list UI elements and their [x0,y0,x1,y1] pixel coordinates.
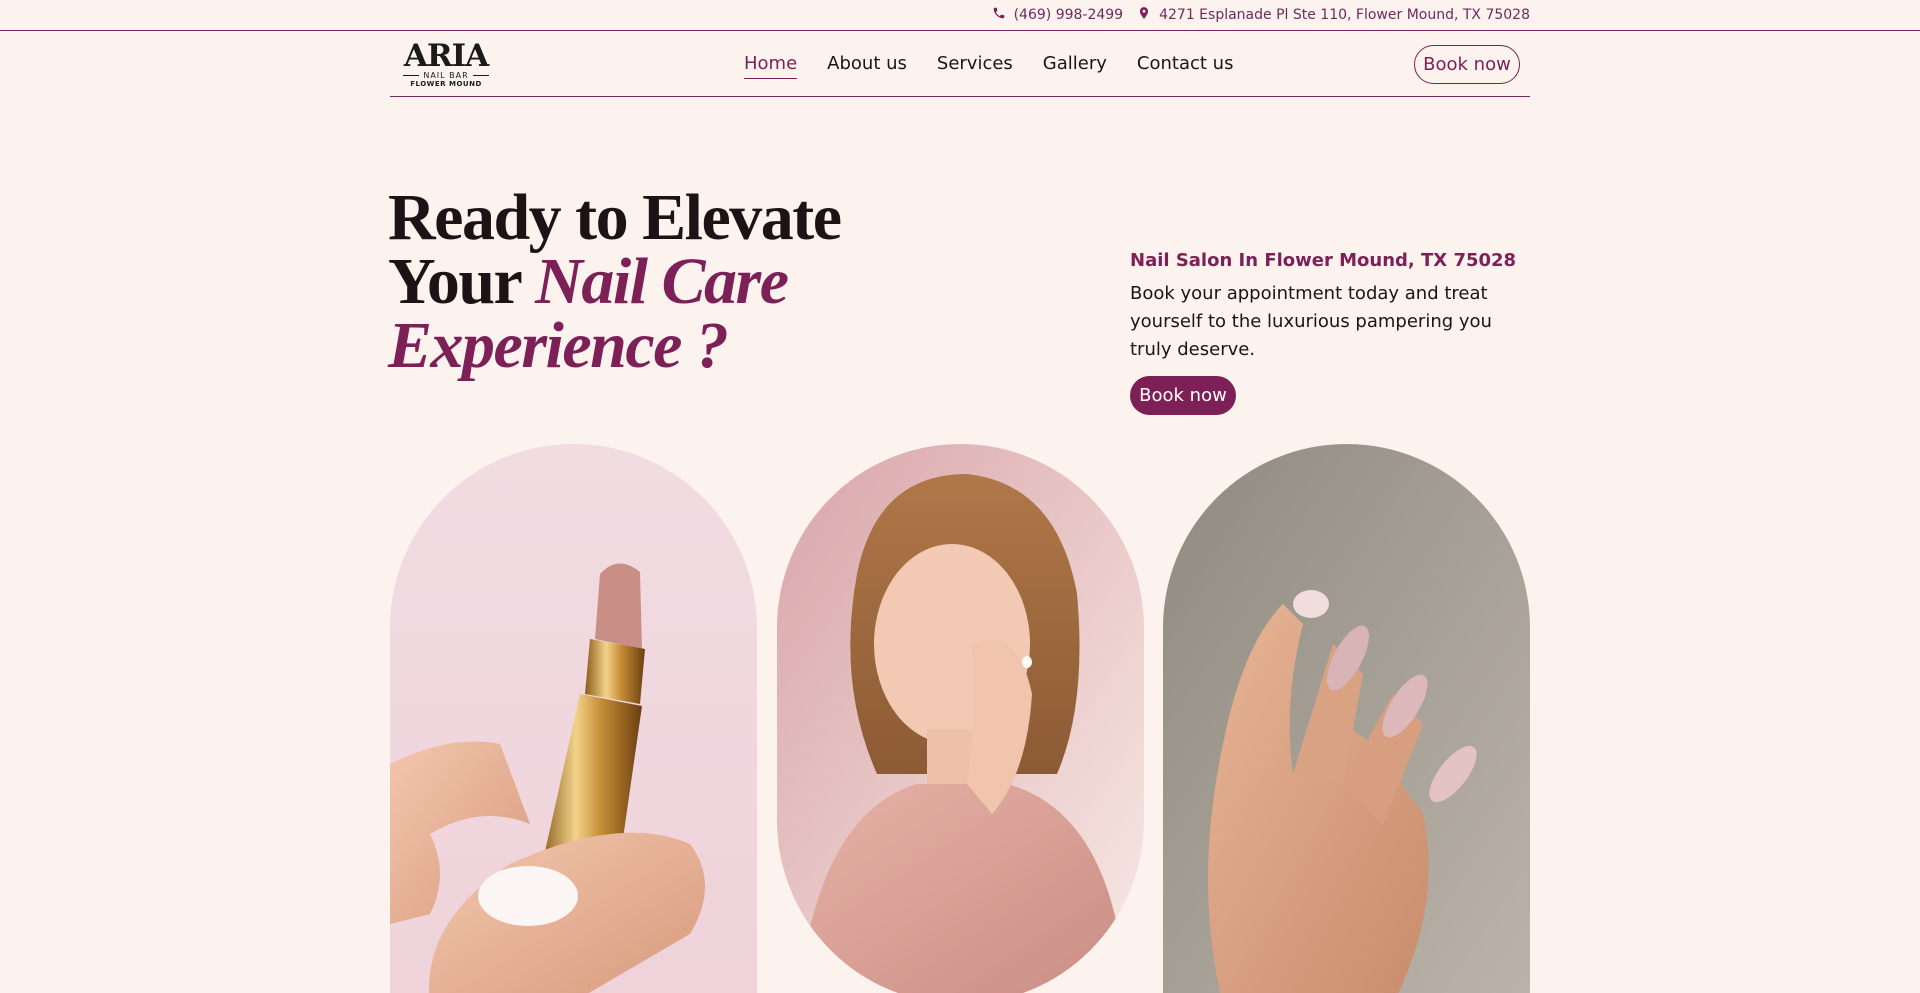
phone-icon [992,6,1006,24]
nav-item-services[interactable]: Services [937,47,1013,80]
hero-title: Ready to Elevate Your Nail Care Experien… [388,185,888,379]
nav-item-contact[interactable]: Contact us [1137,47,1234,80]
contact-info: (469) 998-2499 4271 Esplanade Pl Ste 110… [992,0,1530,30]
hero-title-accent: Nail Care [535,245,789,318]
phone-link[interactable]: (469) 998-2499 [992,6,1124,24]
nav-item-home[interactable]: Home [744,47,798,80]
map-pin-icon [1137,6,1151,24]
address-text: 4271 Esplanade Pl Ste 110, Flower Mound,… [1159,7,1530,23]
phone-number: (469) 998-2499 [1013,7,1124,23]
nav-item-about[interactable]: About us [827,47,907,80]
hero-title-accent-line3: Experience ? [388,309,729,382]
header-book-button[interactable]: Book now [1414,45,1520,84]
address-link[interactable]: 4271 Esplanade Pl Ste 110, Flower Mound,… [1137,6,1530,24]
main-header: ARIA NAIL BAR FLOWER MOUND Home About us… [390,31,1530,97]
logo-location: FLOWER MOUND [410,80,482,88]
lipstick-photo [390,444,757,993]
main-nav: Home About us Services Gallery Contact u… [744,31,1233,95]
manicured-hand-photo [1163,444,1530,993]
hero-subheading: Nail Salon In Flower Mound, TX 75028 [1130,250,1517,271]
hero-title-line2: Your [388,245,536,318]
nav-item-gallery[interactable]: Gallery [1043,47,1107,80]
hero-book-button[interactable]: Book now [1130,376,1236,415]
hero-intro: Nail Salon In Flower Mound, TX 75028 Boo… [1130,248,1530,415]
hero-description: Book your appointment today and treat yo… [1130,283,1492,360]
brand-logo[interactable]: ARIA NAIL BAR FLOWER MOUND [400,38,492,89]
hero-title-line1: Ready to Elevate [388,181,842,254]
top-info-bar: (469) 998-2499 4271 Esplanade Pl Ste 110… [0,0,1920,31]
logo-wordmark: ARIA [403,38,489,74]
woman-portrait-photo [777,444,1144,993]
